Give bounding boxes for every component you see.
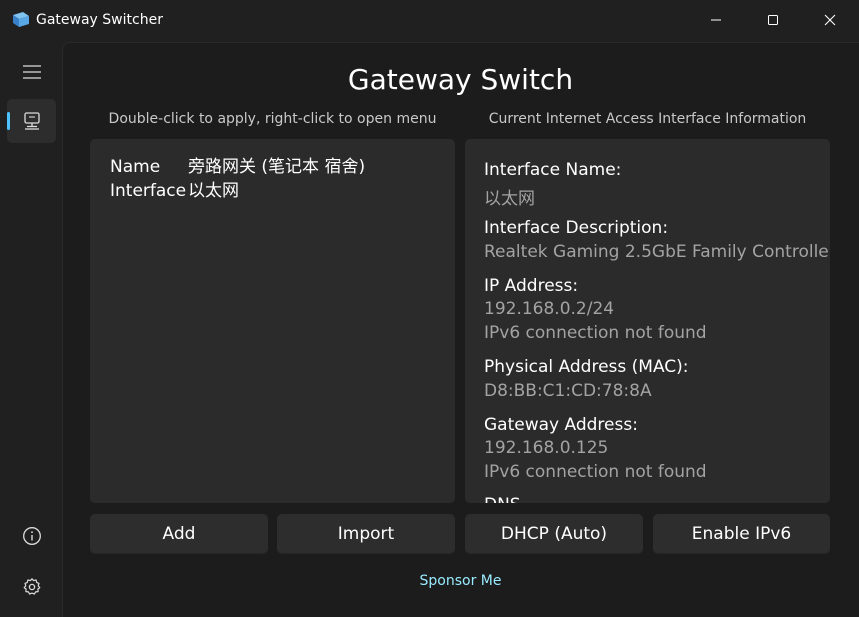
gear-icon <box>23 578 40 595</box>
gateway-interface-row: Interface 以太网 <box>110 176 239 201</box>
add-button[interactable]: Add <box>90 514 268 554</box>
minimize-button[interactable] <box>687 0 744 40</box>
gateway-name-value: 旁路网关 (笔记本 宿舍) <box>188 157 366 177</box>
gateway-list-hint: Double-click to apply, right-click to op… <box>108 111 437 127</box>
interface-description-value: Realtek Gaming 2.5GbE Family Controller <box>484 242 830 262</box>
interface-name-value: 以太网 <box>484 189 535 209</box>
page-title: Gateway Switch <box>347 63 574 96</box>
computer-monitor-icon <box>23 112 40 130</box>
hamburger-icon <box>22 65 41 79</box>
interface-info-hint: Current Internet Access Interface Inform… <box>488 111 807 127</box>
maximize-icon <box>767 15 778 25</box>
dhcp-auto-button[interactable]: DHCP (Auto) <box>465 514 643 554</box>
title-bar: Gateway Switcher <box>0 0 859 40</box>
ipv4-address-value: 192.168.0.2/24 <box>484 299 615 319</box>
ipv6-address-value: IPv6 connection not found <box>484 323 707 343</box>
active-nav-indicator <box>7 112 10 130</box>
mac-address-label: Physical Address (MAC): <box>484 357 689 377</box>
info-icon <box>22 527 41 545</box>
interface-description-label: Interface Description: <box>484 218 669 238</box>
dns-label: DNS <box>484 495 521 503</box>
gateway-name-row: Name 旁路网关 (笔记本 宿舍) <box>110 152 365 177</box>
gateway-address-label: Gateway Address: <box>484 415 638 435</box>
menu-toggle-button[interactable] <box>7 50 56 94</box>
gateway-interface-key: Interface <box>110 181 187 201</box>
import-button[interactable]: Import <box>277 514 455 554</box>
mac-address-value: D8:BB:C1:CD:78:8A <box>484 381 652 401</box>
ip-address-label: IP Address: <box>484 276 579 296</box>
gateway-list[interactable]: Name 旁路网关 (笔记本 宿舍) Interface 以太网 <box>90 139 455 503</box>
gateway-name-key: Name <box>110 157 161 177</box>
maximize-button[interactable] <box>744 0 801 40</box>
sponsor-link[interactable]: Sponsor Me <box>62 573 859 589</box>
sidebar-item-about[interactable] <box>7 514 56 558</box>
interface-name-label: Interface Name: <box>484 160 622 180</box>
gateway-ipv6-value: IPv6 connection not found <box>484 462 707 482</box>
sidebar-item-interfaces[interactable] <box>7 99 56 143</box>
gateway-ipv4-value: 192.168.0.125 <box>484 438 609 458</box>
interface-info-panel: Interface Name: 以太网 Interface Descriptio… <box>465 139 830 503</box>
minimize-icon <box>710 19 721 21</box>
gateway-interface-value: 以太网 <box>188 181 239 201</box>
sidebar-item-settings[interactable] <box>7 565 56 609</box>
app-logo-icon <box>12 12 30 28</box>
enable-ipv6-button[interactable]: Enable IPv6 <box>653 514 830 554</box>
close-button[interactable] <box>801 0 858 40</box>
close-icon <box>824 14 835 26</box>
window-title: Gateway Switcher <box>36 12 163 28</box>
